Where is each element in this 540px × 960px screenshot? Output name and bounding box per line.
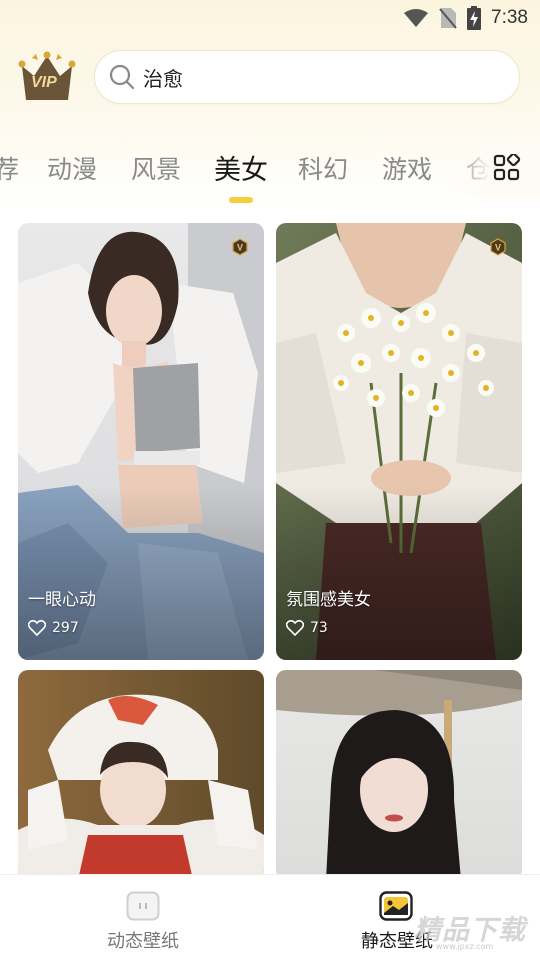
grid-icon[interactable] [493,154,521,182]
wallpaper-image [18,670,264,880]
status-time: 7:38 [491,7,528,28]
search-value: 治愈 [143,66,183,91]
wallpaper-card[interactable]: V 一眼心动 297 [18,223,264,660]
wallpaper-card[interactable]: V 氛围感美女 73 [276,223,522,660]
vip-badge[interactable]: VIP [18,50,76,102]
like-count[interactable]: 297 [28,620,79,636]
like-count-value: 73 [310,620,328,636]
like-count[interactable]: 73 [286,620,328,636]
static-wallpaper-icon [379,891,413,921]
svg-text:V: V [237,243,243,253]
tab-indicator [229,197,253,203]
battery-charging-icon [467,6,482,30]
search-input[interactable]: 治愈 [94,50,520,104]
wallpaper-title: 氛围感美女 [286,590,371,610]
nav-live-wallpaper[interactable]: 动态壁纸 [8,875,278,960]
vip-mark-icon: V [232,238,248,256]
tab-scenery[interactable]: 风景 [131,150,181,186]
tab-games[interactable]: 游戏 [382,150,432,186]
wallpaper-image [276,670,522,880]
wifi-icon [404,9,429,27]
vip-mark-icon: V [490,238,506,256]
heart-outline-icon [286,620,304,636]
no-sim-icon [439,8,457,29]
tab-recommend[interactable]: 荐 [0,150,19,186]
like-count-value: 297 [52,620,79,636]
live-wallpaper-icon [126,891,160,921]
search-icon [109,64,135,90]
nav-live-wallpaper-label: 动态壁纸 [107,931,179,952]
svg-text:V: V [495,243,501,253]
wallpaper-card[interactable] [276,670,522,880]
tab-beauty[interactable]: 美女 [214,148,268,187]
tab-scifi[interactable]: 科幻 [298,150,348,186]
watermark-url: www.jpxz.com [436,942,494,951]
tab-anime[interactable]: 动漫 [47,150,97,186]
wallpaper-title: 一眼心动 [28,590,96,610]
wallpaper-card[interactable] [18,670,264,880]
heart-outline-icon [28,620,46,636]
category-tabs: 荐 动漫 风景 美女 科幻 游戏 仓 [0,140,540,210]
vip-label: VIP [31,74,57,91]
status-bar: 7:38 [0,0,540,36]
